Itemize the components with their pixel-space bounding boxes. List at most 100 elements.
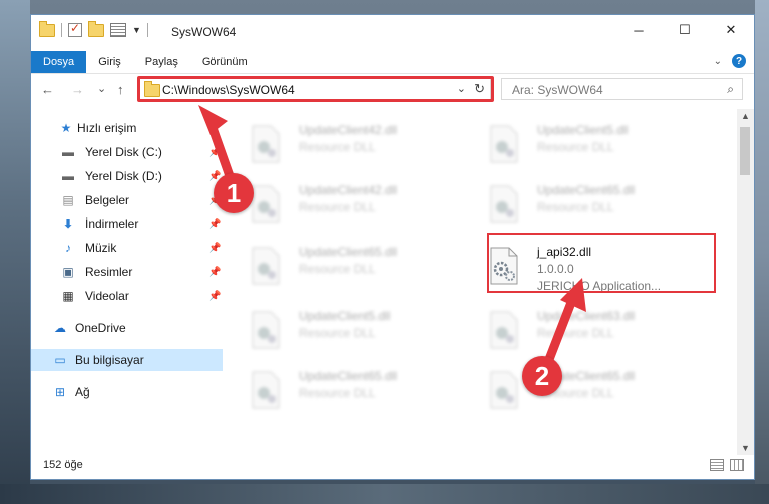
ribbon-right-controls: ⌄ ? <box>714 54 746 68</box>
details-view-icon[interactable] <box>710 459 724 471</box>
file-description: Resource DLL <box>299 200 376 214</box>
title-bar: ▼ SysWOW64 ─ ☐ ✕ <box>31 15 754 51</box>
dll-file-icon <box>252 311 280 349</box>
properties-check-icon[interactable] <box>68 21 82 37</box>
cloud-icon: ☁ <box>54 321 66 335</box>
file-item[interactable]: UpdateClient65.dll Resource DLL <box>229 239 459 291</box>
window-title: SysWOW64 <box>171 25 237 39</box>
sidebar-item-label: Yerel Disk (C:) <box>85 145 162 159</box>
step-badge-2: 2 <box>522 356 562 396</box>
file-name: UpdateClient5.dll <box>299 309 391 323</box>
search-input[interactable]: Ara: SysWOW64 <box>512 83 603 97</box>
file-description: Resource DLL <box>299 140 376 154</box>
sidebar-item-label: Belgeler <box>85 193 130 207</box>
window-controls: ─ ☐ ✕ <box>616 15 754 45</box>
pin-icon[interactable]: 📌 <box>209 243 221 254</box>
dll-file-icon <box>490 371 518 409</box>
sidebar-item-label: Videolar <box>85 289 129 303</box>
download-icon: ⬇ <box>62 217 74 231</box>
sidebar-item-pictures[interactable]: ▣ Resimler 📌 <box>31 261 223 283</box>
file-description: Resource DLL <box>537 140 614 154</box>
documents-icon: ▤ <box>62 193 74 207</box>
file-description: Resource DLL <box>537 200 614 214</box>
forward-button[interactable]: → <box>71 82 84 97</box>
file-highlight-box <box>487 233 716 293</box>
network-icon: ⊞ <box>54 385 66 399</box>
sidebar-item-label: Ağ <box>75 385 90 399</box>
pin-icon[interactable]: 📌 <box>209 267 221 278</box>
file-name: UpdateClient42.dll <box>299 123 398 137</box>
sidebar-item-downloads[interactable]: ⬇ İndirmeler 📌 <box>31 213 223 235</box>
view-switcher <box>710 459 744 471</box>
ribbon-tabs: Dosya Giriş Paylaş Görünüm <box>31 51 754 74</box>
close-button[interactable]: ✕ <box>708 15 754 45</box>
file-name: UpdateClient65.dll <box>299 245 398 259</box>
step-badge-1: 1 <box>214 173 254 213</box>
scrollbar-thumb[interactable] <box>740 127 750 175</box>
file-name: UpdateClient5.dll <box>537 123 629 137</box>
file-item[interactable]: UpdateClient42.dll Resource DLL <box>229 177 459 229</box>
sidebar-item-label: Resimler <box>85 265 133 279</box>
dll-file-icon <box>252 371 280 409</box>
pin-icon[interactable]: 📌 <box>209 291 221 302</box>
file-item[interactable]: UpdateClient65.dll Resource DLL <box>467 177 697 229</box>
tab-gorunum[interactable]: Görünüm <box>190 51 260 73</box>
sidebar-item-network[interactable]: ⊞ Ağ <box>31 381 223 403</box>
sidebar-item-music[interactable]: ♪ Müzik 📌 <box>31 237 223 259</box>
file-item[interactable]: UpdateClient42.dll Resource DLL <box>229 117 459 169</box>
dll-file-icon <box>252 247 280 285</box>
sidebar-item-label: Hızlı erişim <box>77 121 137 135</box>
maximize-button[interactable]: ☐ <box>662 15 708 45</box>
quick-access-toolbar: ▼ <box>39 20 148 37</box>
music-icon: ♪ <box>65 241 71 255</box>
up-button[interactable]: ↑ <box>117 82 124 97</box>
pictures-icon: ▣ <box>62 265 74 279</box>
item-count: 152 öğe <box>43 459 83 471</box>
properties-icon[interactable] <box>110 23 126 37</box>
desktop-background-left <box>0 0 30 504</box>
file-name: UpdateClient42.dll <box>299 183 398 197</box>
computer-icon: ▭ <box>54 353 66 367</box>
vertical-scrollbar[interactable]: ▲ ▼ <box>737 109 754 455</box>
sidebar-item-label: OneDrive <box>75 321 126 335</box>
minimize-button[interactable]: ─ <box>616 15 662 45</box>
star-icon: ★ <box>60 121 72 135</box>
new-folder-icon[interactable] <box>88 20 104 37</box>
scroll-up-icon[interactable]: ▲ <box>741 111 750 121</box>
sidebar-item-videos[interactable]: ▦ Videolar 📌 <box>31 285 223 307</box>
file-item[interactable]: UpdateClient65.dll Resource DLL <box>229 363 459 415</box>
large-icons-view-icon[interactable] <box>730 459 744 471</box>
file-item[interactable]: UpdateClient5.dll Resource DLL <box>229 303 459 355</box>
sidebar-item-onedrive[interactable]: ☁ OneDrive <box>31 317 223 339</box>
sidebar-item-label: Müzik <box>85 241 117 255</box>
tab-dosya[interactable]: Dosya <box>31 51 87 73</box>
back-button[interactable]: ← <box>41 82 54 97</box>
file-name: UpdateClient65.dll <box>299 369 398 383</box>
status-bar: 152 öğe <box>31 453 754 479</box>
recent-locations-chevron-icon[interactable]: ⌄ <box>97 82 106 95</box>
expand-ribbon-chevron-icon[interactable]: ⌄ <box>714 56 722 67</box>
drive-icon: ▬ <box>62 169 74 183</box>
sidebar-item-this-pc[interactable]: ▭ Bu bilgisayar <box>31 349 223 371</box>
scroll-down-icon[interactable]: ▼ <box>741 443 750 453</box>
tab-paylas[interactable]: Paylaş <box>133 51 190 73</box>
file-description: Resource DLL <box>299 262 376 276</box>
toolbar-separator <box>61 23 62 37</box>
folder-icon <box>39 20 55 37</box>
file-name: UpdateClient65.dll <box>537 183 636 197</box>
search-box[interactable]: Ara: SysWOW64 ⌕ <box>501 78 743 100</box>
help-icon[interactable]: ? <box>732 54 746 68</box>
customize-toolbar-icon[interactable]: ▼ <box>132 25 141 35</box>
file-item[interactable]: UpdateClient5.dll Resource DLL <box>467 117 697 169</box>
sidebar-item-label: İndirmeler <box>85 217 139 231</box>
search-icon[interactable]: ⌕ <box>727 82 734 97</box>
dll-file-icon <box>490 125 518 163</box>
dll-file-icon <box>490 185 518 223</box>
drive-icon: ▬ <box>62 145 74 159</box>
video-icon: ▦ <box>62 289 74 303</box>
file-description: Resource DLL <box>299 326 376 340</box>
pin-icon[interactable]: 📌 <box>209 219 221 230</box>
file-description: Resource DLL <box>299 386 376 400</box>
tab-giris[interactable]: Giriş <box>86 51 133 73</box>
sidebar-item-label: Bu bilgisayar <box>75 353 144 367</box>
